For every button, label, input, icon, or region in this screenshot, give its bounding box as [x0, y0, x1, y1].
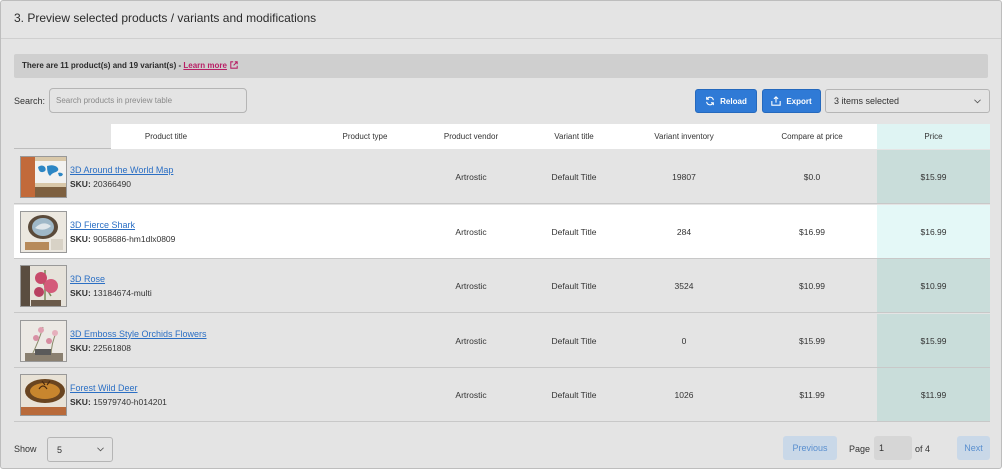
cell-compare-price: $11.99: [799, 390, 825, 400]
cell-compare-price: $10.99: [799, 281, 825, 291]
table-header: Product title Product type Product vendo…: [14, 124, 990, 149]
chevron-down-icon: [974, 99, 981, 104]
export-button[interactable]: Export: [762, 89, 821, 113]
header-product-type[interactable]: Product type: [315, 132, 415, 141]
table-row: 3D Rose SKU: 13184674-multi Artrostic De…: [14, 259, 990, 313]
cell-price: $10.99: [920, 281, 947, 291]
table-row: 3D Fierce Shark SKU: 9058686-hm1dlx0809 …: [14, 205, 990, 259]
header-product-vendor[interactable]: Product vendor: [421, 132, 521, 141]
product-title-link[interactable]: 3D Fierce Shark: [70, 220, 135, 230]
product-sku: SKU: 13184674-multi: [70, 288, 152, 298]
product-title-link[interactable]: 3D Emboss Style Orchids Flowers: [70, 329, 207, 339]
cell-inventory: 3524: [674, 281, 694, 291]
page-size-select[interactable]: 5: [47, 437, 113, 462]
cell-compare-price: $15.99: [799, 336, 825, 346]
toolbar: Search: Reload Export 3 items selected: [14, 88, 990, 114]
section-title: 3. Preview selected products / variants …: [1, 1, 1001, 39]
page-number-input[interactable]: [874, 436, 912, 460]
chevron-down-icon: [97, 447, 104, 452]
cell-price: $15.99: [920, 336, 947, 346]
upload-icon: [771, 96, 782, 106]
cell-variant-title: Default Title: [551, 336, 597, 346]
cell-variant-title: Default Title: [551, 390, 597, 400]
cell-price: $16.99: [920, 227, 947, 237]
external-link-icon[interactable]: [230, 61, 238, 69]
search-input[interactable]: [49, 88, 247, 113]
cell-vendor: Artrostic: [455, 172, 487, 182]
refresh-icon: [706, 96, 715, 106]
cell-compare-price: $16.99: [799, 227, 825, 237]
page-label: Page: [849, 444, 871, 454]
previous-button[interactable]: Previous: [783, 436, 837, 460]
product-thumbnail: [20, 374, 67, 416]
cell-inventory: 0: [681, 336, 687, 346]
cell-variant-title: Default Title: [551, 172, 597, 182]
learn-more-link[interactable]: Learn more: [183, 61, 227, 70]
product-sku: SKU: 20366490: [70, 179, 131, 189]
product-title-link[interactable]: 3D Around the World Map: [70, 165, 173, 175]
cell-price: $11.99: [920, 390, 947, 400]
product-sku: SKU: 15979740-h014201: [70, 397, 167, 407]
cell-inventory: 1026: [674, 390, 694, 400]
cell-vendor: Artrostic: [455, 227, 487, 237]
product-sku: SKU: 22561808: [70, 343, 131, 353]
page-count: of 4: [915, 444, 931, 454]
header-product-title[interactable]: Product title: [111, 132, 221, 141]
cell-variant-title: Default Title: [551, 281, 597, 291]
info-notice: There are 11 product(s) and 19 variant(s…: [14, 54, 988, 78]
product-thumbnail: [20, 265, 67, 307]
next-button[interactable]: Next: [957, 436, 990, 460]
table-row: Forest Wild Deer SKU: 15979740-h014201 A…: [14, 368, 990, 422]
items-selected-dropdown[interactable]: 3 items selected: [825, 89, 990, 113]
preview-table: Product title Product type Product vendo…: [14, 124, 990, 423]
header-variant-inventory[interactable]: Variant inventory: [634, 132, 734, 141]
show-label: Show: [14, 444, 37, 454]
cell-vendor: Artrostic: [455, 281, 487, 291]
table-row: 3D Emboss Style Orchids Flowers SKU: 225…: [14, 314, 990, 368]
cell-price: $15.99: [920, 172, 947, 182]
product-thumbnail: [20, 211, 67, 253]
product-title-link[interactable]: 3D Rose: [70, 274, 105, 284]
header-variant-title[interactable]: Variant title: [524, 132, 624, 141]
cell-inventory: 19807: [672, 172, 696, 182]
search-label: Search:: [14, 96, 46, 106]
cell-vendor: Artrostic: [455, 390, 487, 400]
preview-panel: 3. Preview selected products / variants …: [0, 0, 1002, 469]
pagination-bar: Show 5 Previous Page of 4 Next: [14, 435, 990, 462]
cell-variant-title: Default Title: [551, 227, 597, 237]
header-price[interactable]: Price: [882, 132, 985, 141]
notice-text: There are 11 product(s) and 19 variant(s…: [22, 61, 184, 70]
reload-button[interactable]: Reload: [695, 89, 757, 113]
table-row: 3D Around the World Map SKU: 20366490 Ar…: [14, 150, 990, 204]
header-compare-at-price[interactable]: Compare at price: [762, 132, 862, 141]
product-sku: SKU: 9058686-hm1dlx0809: [70, 234, 176, 244]
cell-inventory: 284: [676, 227, 692, 237]
product-thumbnail: [20, 156, 67, 198]
cell-vendor: Artrostic: [455, 336, 487, 346]
product-title-link[interactable]: Forest Wild Deer: [70, 383, 138, 393]
cell-compare-price: $0.0: [803, 172, 821, 182]
export-label: Export: [786, 96, 812, 106]
product-thumbnail: [20, 320, 67, 362]
page-size-value: 5: [57, 445, 63, 455]
reload-label: Reload: [720, 96, 747, 106]
items-selected-value: 3 items selected: [834, 96, 900, 106]
